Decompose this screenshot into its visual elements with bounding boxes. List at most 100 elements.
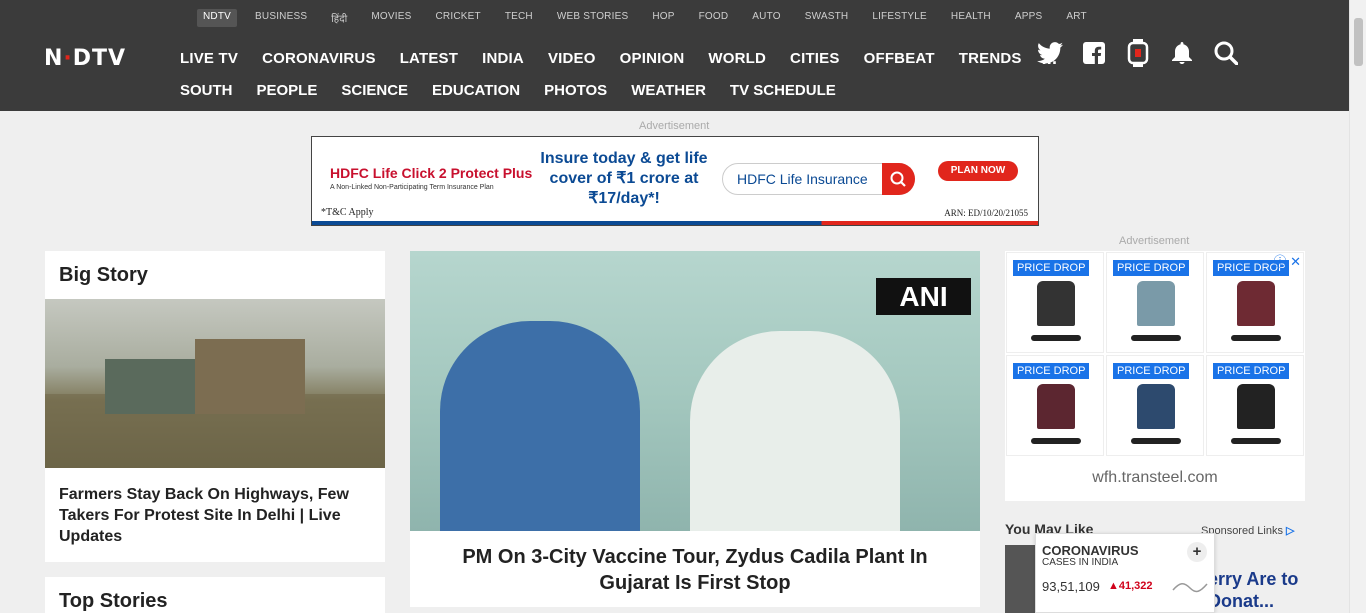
nav-item-trends[interactable]: TRENDS [959,50,1022,67]
corona-title: CORONAVIRUS [1042,543,1139,558]
subnav-item-auto[interactable]: AUTO [746,9,786,27]
product-grid: PRICE DROP PRICE DROP PRICE DROP PRICE DROP… [1006,252,1304,456]
nav-item-coronavirus[interactable]: CORONAVIRUS [262,50,376,67]
nav-item-video[interactable]: VIDEO [548,50,596,67]
ad-tagline: Insure today & get life cover of ₹1 cror… [540,150,708,207]
sponsored-links[interactable]: Sponsored Links ▷ [1201,524,1294,537]
hdfc-ad-banner[interactable]: HDFC Life Click 2 Protect Plus A Non-Lin… [311,136,1039,226]
twitter-icon[interactable] [1036,40,1064,66]
image-person-left [440,321,640,531]
ad-brand: HDFC Life Click 2 Protect Plus [330,165,533,181]
coronavirus-widget[interactable]: CORONAVIRUS CASES IN INDIA 93,51,109 ▲41… [1035,533,1215,613]
ad-tc: *T&C Apply [321,207,374,218]
price-drop-badge: PRICE DROP [1113,260,1190,276]
product-tile[interactable]: PRICE DROP [1006,252,1104,353]
nav-item-india[interactable]: INDIA [482,50,524,67]
chair-base [1031,335,1081,341]
main-story-card: ANI PM On 3-City Vaccine Tour, Zydus Cad… [410,251,980,607]
search-icon[interactable] [1212,40,1240,66]
smartwatch-icon[interactable] [1124,39,1152,67]
subnav-item-web-stories[interactable]: WEB STORIES [551,9,634,27]
plan-now-button[interactable]: PLAN NOW [938,161,1018,181]
nav-item-south[interactable]: SOUTH [180,82,233,99]
main-nav: LIVE TV CORONAVIRUS LATEST INDIA VIDEO OPINIO… [180,48,1081,69]
subnav-item-tech[interactable]: TECH [499,9,539,27]
corona-count: 93,51,109 [1042,579,1100,594]
top-stories-heading: Top Stories [59,590,168,612]
nav-item-world[interactable]: WORLD [708,50,766,67]
chair-base [1131,438,1181,444]
subnav-item-health[interactable]: HEALTH [945,9,997,27]
subnav-item-swasth[interactable]: SWASTH [799,9,855,27]
ad-site[interactable]: wfh.transteel.com [1005,469,1305,487]
transteel-ad[interactable]: PRICE DROP PRICE DROP PRICE DROP PRICE DROP… [1005,251,1305,501]
subnav-item-hop[interactable]: HOP [646,9,680,27]
big-story-image[interactable] [45,299,385,468]
corona-subtitle: CASES IN INDIA [1042,557,1119,568]
price-drop-badge: PRICE DROP [1113,363,1190,379]
price-drop-badge: PRICE DROP [1013,260,1090,276]
ad-search-icon[interactable] [882,163,915,195]
price-drop-badge: PRICE DROP [1213,363,1290,379]
product-tile[interactable]: PRICE DROP [1206,355,1304,456]
nav-item-education[interactable]: EDUCATION [432,82,520,99]
subnav-item-lifestyle[interactable]: LIFESTYLE [866,9,933,27]
corona-delta: ▲41,322 [1108,580,1153,592]
chair-base [1231,335,1281,341]
chair-image [1037,384,1075,429]
notification-bell-icon[interactable] [1168,40,1196,66]
chair-image [1037,281,1075,326]
main-story-image[interactable]: ANI [410,251,980,531]
sparkline-icon [1172,583,1208,593]
nav-item-cities[interactable]: CITIES [790,50,840,67]
subnav-item-apps[interactable]: APPS [1009,9,1048,27]
facebook-icon[interactable] [1080,40,1108,66]
ndtv-logo[interactable]: N·DTV [44,46,126,71]
ad-close-icon[interactable]: ⓘ ✕ [1273,251,1301,270]
product-tile[interactable]: PRICE DROP [1106,355,1204,456]
nav-item-people[interactable]: PEOPLE [257,82,318,99]
subnav-item--[interactable]: हिंदी [325,9,353,27]
top-subnav: NDTV BUSINESS हिंदी MOVIES CRICKET TECH WEB ST… [197,9,1105,27]
price-drop-badge: PRICE DROP [1013,363,1090,379]
ad-brand-sub: A Non-Linked Non-Participating Term Insu… [330,184,494,191]
nav-item-offbeat[interactable]: OFFBEAT [864,50,935,67]
chair-base [1131,335,1181,341]
scrollbar-thumb[interactable] [1354,18,1363,66]
expand-plus-icon[interactable]: + [1187,542,1207,562]
you-may-like-teaser[interactable]: erry Are to Donat... [1208,568,1366,612]
nav-item-opinion[interactable]: OPINION [620,50,685,67]
header-icons [1036,39,1256,67]
subnav-item-food[interactable]: FOOD [693,9,735,27]
subnav-item-movies[interactable]: MOVIES [365,9,417,27]
chair-image [1237,384,1275,429]
subnav-item-ndtv[interactable]: NDTV [197,9,238,27]
ad-search-box[interactable]: HDFC Life Insurance [722,163,915,195]
subnav-item-art[interactable]: ART [1060,9,1092,27]
nav-item-photos[interactable]: PHOTOS [544,82,607,99]
chair-base [1231,438,1281,444]
product-tile[interactable]: PRICE DROP [1006,355,1104,456]
image-person-right [690,331,900,531]
nav-item-tv-schedule[interactable]: TV SCHEDULE [730,82,836,99]
big-story-caption[interactable]: Farmers Stay Back On Highways, Few Taker… [59,484,369,547]
main-story-headline[interactable]: PM On 3-City Vaccine Tour, Zydus Cadila … [440,544,950,596]
chair-image [1237,281,1275,326]
subnav-item-cricket[interactable]: CRICKET [430,9,487,27]
adchoices-icon[interactable]: ▷ [1286,525,1294,537]
nav-item-science[interactable]: SCIENCE [341,82,408,99]
ad-search-text: HDFC Life Insurance [737,171,868,187]
page-scrollbar[interactable] [1349,0,1366,613]
chair-image [1137,281,1175,326]
top-stories-card: Top Stories [45,577,385,613]
main-nav-row2: SOUTH PEOPLE SCIENCE EDUCATION PHOTOS WEATHER… [180,82,860,99]
subnav-item-business[interactable]: BUSINESS [249,9,313,27]
ad-bottom-bar [312,221,1038,225]
product-tile[interactable]: PRICE DROP [1106,252,1204,353]
nav-item-latest[interactable]: LATEST [400,50,458,67]
ad-arn: ARN: ED/10/20/21055 [944,208,1028,218]
nav-item-live-tv[interactable]: LIVE TV [180,50,238,67]
you-may-like-thumb[interactable] [1005,545,1035,613]
nav-item-weather[interactable]: WEATHER [631,82,706,99]
ad-label: Advertisement [639,120,710,132]
